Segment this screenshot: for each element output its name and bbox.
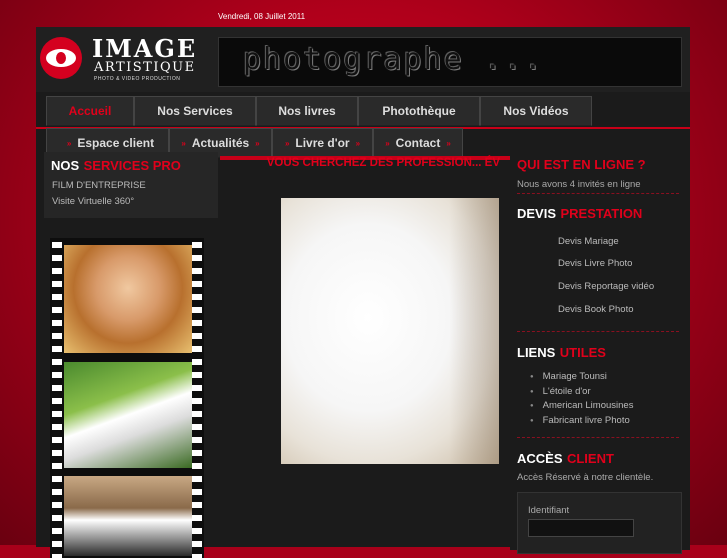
service-link-film[interactable]: FILM D'ENTREPRISE xyxy=(52,180,146,191)
arrow-icon: » xyxy=(385,138,390,148)
heading-red: UTILES xyxy=(559,345,606,360)
acces-heading: ACCÈS CLIENT xyxy=(517,450,614,468)
devis-link-livre[interactable]: Devis Livre Photo xyxy=(558,258,632,269)
nav-label: Photothèque xyxy=(382,104,456,118)
nav-label: Nos Services xyxy=(157,104,233,118)
separator xyxy=(517,193,679,194)
online-heading: QUI EST EN LIGNE ? xyxy=(517,157,646,172)
link-fabricant-livre[interactable]: Fabricant livre Photo xyxy=(530,415,630,426)
photo-shadow xyxy=(449,198,499,464)
nav-label: Nos livres xyxy=(278,104,336,118)
nav-nos-livres[interactable]: Nos livres xyxy=(256,96,358,126)
eye-icon xyxy=(40,37,82,79)
heading-white: LIENS xyxy=(517,345,556,360)
arrow-icon: » xyxy=(66,138,72,148)
liens-heading: LIENS UTILES xyxy=(517,344,606,362)
logo-line2: ARTISTIQUE xyxy=(94,60,196,75)
middle-title: VOUS CHERCHEZ DES PROFESSION... ÉV xyxy=(266,157,500,169)
banner-text: photographe ... xyxy=(243,42,544,77)
nav-nos-services[interactable]: Nos Services xyxy=(134,96,256,126)
services-heading: NOS SERVICES PRO xyxy=(51,157,181,175)
devis-heading: DEVIS PRESTATION xyxy=(517,205,642,223)
nav-contact[interactable]: » Contact » xyxy=(373,128,463,158)
heading-white: DEVIS xyxy=(517,206,557,221)
nav-label: Contact xyxy=(395,136,441,150)
photo-bride-makeup[interactable] xyxy=(64,245,192,353)
heading-white: NOS xyxy=(51,158,80,173)
link-etoile-dor[interactable]: L'étoile d'or xyxy=(530,386,591,397)
link-mariage-tounsi[interactable]: Mariage Tounsi xyxy=(530,371,607,382)
devis-link-mariage[interactable]: Devis Mariage xyxy=(558,236,619,247)
heading-red: PRESTATION xyxy=(560,206,643,221)
nav-nos-videos[interactable]: Nos Vidéos xyxy=(480,96,592,126)
arrow-icon: » xyxy=(284,138,290,148)
logo-line3: PHOTO & VIDEO PRODUCTION xyxy=(94,76,181,82)
devis-link-video[interactable]: Devis Reportage vidéo xyxy=(558,281,654,292)
acces-text: Accès Réservé à notre clientèle. xyxy=(517,472,654,483)
photo-couple-garden[interactable] xyxy=(64,362,192,468)
nav-accueil[interactable]: Accueil xyxy=(46,96,134,126)
heading-white: ACCÈS xyxy=(517,451,563,466)
logo-line1: IMAGE xyxy=(92,34,198,63)
login-label: Identifiant xyxy=(528,505,570,516)
username-input[interactable] xyxy=(528,519,634,537)
arrow-icon: » xyxy=(446,138,451,148)
heading-red: CLIENT xyxy=(566,451,614,466)
service-link-visite[interactable]: Visite Virtuelle 360° xyxy=(52,196,134,207)
arrow-icon: » xyxy=(181,138,186,148)
online-text: Nous avons 4 invités en ligne xyxy=(517,179,641,190)
arrow-icon: » xyxy=(255,138,260,148)
nav-label: Nos Vidéos xyxy=(503,104,569,118)
arrow-icon: » xyxy=(355,138,361,148)
nav-label: Accueil xyxy=(68,104,112,118)
nav-label: Livre d'or xyxy=(295,136,350,150)
heading-red: SERVICES PRO xyxy=(83,158,181,173)
film-holes-right xyxy=(192,238,202,558)
separator xyxy=(517,331,679,332)
header-banner: photographe ... xyxy=(218,37,682,87)
nav-phototheque[interactable]: Photothèque xyxy=(358,96,480,126)
film-holes-left xyxy=(52,238,62,558)
link-american-limousines[interactable]: American Limousines xyxy=(530,400,634,411)
main-nav-row1: Accueil Nos Services Nos livres Photothè… xyxy=(46,96,592,126)
nav-label: Espace client xyxy=(77,136,155,150)
photo-couple-church[interactable] xyxy=(64,476,192,556)
separator xyxy=(517,437,679,438)
current-date: Vendredi, 08 Juillet 2011 xyxy=(218,12,306,21)
devis-link-book[interactable]: Devis Book Photo xyxy=(558,304,634,315)
nav-livre-dor[interactable]: » Livre d'or » xyxy=(272,128,373,158)
nav-label: Actualités xyxy=(191,136,250,150)
site-logo[interactable]: IMAGE ARTISTIQUE PHOTO & VIDEO PRODUCTIO… xyxy=(40,33,210,85)
wedding-veil-photo xyxy=(281,198,499,464)
